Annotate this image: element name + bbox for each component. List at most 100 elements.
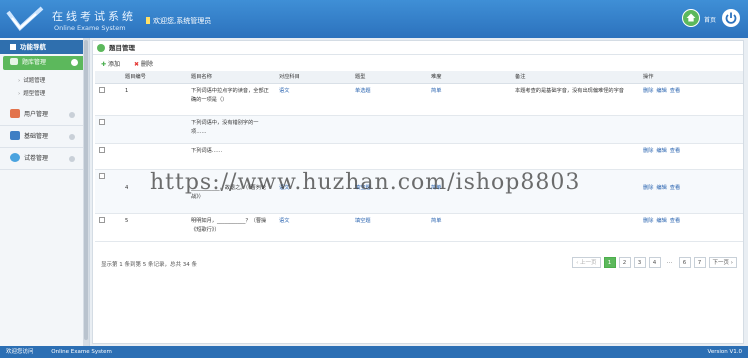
next-page-button[interactable]: 下一页 › <box>708 257 737 268</box>
people-icon <box>10 131 20 140</box>
view-link[interactable]: 查看 <box>670 148 680 154</box>
welcome-text: 欢迎您,系统管理员 <box>146 16 211 26</box>
add-button[interactable]: 添加 <box>101 61 120 68</box>
welcome-label: 欢迎您,系统管理员 <box>153 17 212 25</box>
logout-button[interactable] <box>722 9 740 27</box>
top-header: 在线考试系统 Online Exame System 欢迎您,系统管理员 首页 <box>0 0 748 38</box>
row-checkbox[interactable] <box>99 216 105 223</box>
view-link[interactable]: 查看 <box>670 88 680 94</box>
delete-link[interactable]: 删除 <box>643 148 653 154</box>
cell-note <box>511 115 639 144</box>
sidebar-item-label: 用户管理 <box>24 111 49 118</box>
col-ops: 操作 <box>639 71 743 84</box>
folder-icon <box>10 58 18 65</box>
prev-page-button[interactable]: ‹ 上一页 <box>572 257 601 268</box>
page-2-button[interactable]: 2 <box>618 257 631 268</box>
expand-icon <box>71 59 78 66</box>
page-3-button[interactable]: 3 <box>633 257 646 268</box>
cell-note: 本题考查的是基础字音，没有出现偏难怪的字音 <box>511 83 639 116</box>
cell-type: 填空题 <box>351 213 427 242</box>
page-title: 题目管理 <box>109 44 135 52</box>
cell-subject <box>275 115 351 144</box>
home-label[interactable]: 首页 <box>704 15 716 24</box>
table-row[interactable]: 1 下列词语中拉点字的读音，全部正确的一项是（） 语文 单选题 简单 本题考查的… <box>95 83 743 116</box>
row-checkbox-cell <box>95 213 121 242</box>
cell-type: 单选题 <box>351 83 427 116</box>
nav-title-label: 功能导航 <box>20 43 46 51</box>
col-level: 难度 <box>427 71 511 84</box>
expand-icon <box>69 156 75 162</box>
table-header: 题目编号 题目名称 对应科目 题型 难度 备注 操作 <box>95 71 743 84</box>
cell-level: 简单 <box>427 83 511 116</box>
cell-id <box>121 143 187 170</box>
sidebar-subitem-questions[interactable]: 试题管理 <box>0 72 89 85</box>
edit-link[interactable]: 编辑 <box>656 148 666 154</box>
nav-title: 功能导航 <box>0 40 89 54</box>
edit-link[interactable]: 编辑 <box>656 185 666 191</box>
cell-level <box>427 143 511 170</box>
sidebar-item-question-bank[interactable]: 题库管理 <box>3 56 86 70</box>
edit-link[interactable]: 编辑 <box>656 218 666 224</box>
home-button[interactable] <box>682 9 700 27</box>
paper-icon <box>10 153 20 162</box>
sidebar-subitem-question-types[interactable]: 题型管理 <box>0 85 89 98</box>
sidebar-item-papers[interactable]: 试卷管理 <box>0 148 89 170</box>
delete-link[interactable]: 删除 <box>643 88 653 94</box>
table-row[interactable]: 5 明明如月，___________？（曹操《短歌行》） 语文 填空题 简单 删… <box>95 213 743 242</box>
page-4-button[interactable]: 4 <box>648 257 661 268</box>
cell-subject: 语文 <box>275 213 351 242</box>
pagination: ‹ 上一页 1 2 3 4 … 6 7 下一页 › <box>572 257 737 268</box>
cell-id: 1 <box>121 83 187 116</box>
cell-id: 5 <box>121 213 187 242</box>
footer-version: Version V1.0 <box>707 349 742 355</box>
cell-note <box>511 213 639 242</box>
row-checkbox[interactable] <box>99 86 105 93</box>
footer-welcome: 欢迎您访问 <box>6 349 34 355</box>
row-checkbox[interactable] <box>99 146 105 153</box>
page-6-button[interactable]: 6 <box>678 257 691 268</box>
sidebar-item-users[interactable]: 用户管理 <box>0 104 89 126</box>
row-checkbox[interactable] <box>99 118 105 125</box>
expand-icon <box>69 134 75 140</box>
cell-ops: 删除 编辑 查看 <box>639 83 743 116</box>
row-checkbox[interactable] <box>99 172 105 179</box>
cell-type <box>351 115 427 144</box>
scrollbar-thumb[interactable] <box>84 40 88 340</box>
row-checkbox-cell <box>95 143 121 170</box>
cell-type <box>351 143 427 170</box>
expand-icon <box>69 112 75 118</box>
cell-note <box>511 143 639 170</box>
cell-level: 简单 <box>427 213 511 242</box>
page-1-button[interactable]: 1 <box>603 257 616 268</box>
user-icon <box>10 109 20 118</box>
footer-system: Online Exame System <box>51 349 112 355</box>
select-all-header <box>95 71 121 84</box>
panel-title: 题目管理 <box>93 41 743 55</box>
col-subject: 对应科目 <box>275 71 351 84</box>
view-link[interactable]: 查看 <box>670 218 680 224</box>
question-table: 题目编号 题目名称 对应科目 题型 难度 备注 操作 1 下列词语中拉点字的读音… <box>95 71 743 242</box>
cell-ops: 删除 编辑 查看 <box>639 143 743 170</box>
view-link[interactable]: 查看 <box>670 185 680 191</box>
table-row[interactable]: 下列词语…… 删除 编辑 查看 <box>95 143 743 170</box>
cell-name: 下列词语中，没有错别字的一项…… <box>187 115 275 144</box>
cell-subject: 语文 <box>275 83 351 116</box>
sidebar-item-basic[interactable]: 基础管理 <box>0 126 89 148</box>
delete-button[interactable]: 删除 <box>134 61 153 68</box>
grid-icon <box>10 44 16 50</box>
col-name: 题目名称 <box>187 71 275 84</box>
panel-icon <box>97 44 105 52</box>
delete-link[interactable]: 删除 <box>643 218 653 224</box>
col-id: 题目编号 <box>121 71 187 84</box>
cell-name: 下列词语…… <box>187 143 275 170</box>
edit-link[interactable]: 编辑 <box>656 88 666 94</box>
toolbar: 添加 删除 <box>93 55 743 71</box>
table-row[interactable]: 下列词语中，没有错别字的一项…… <box>95 115 743 144</box>
sidebar-scrollbar[interactable] <box>83 38 89 346</box>
page-7-button[interactable]: 7 <box>693 257 706 268</box>
cell-level <box>427 115 511 144</box>
delete-link[interactable]: 删除 <box>643 185 653 191</box>
col-type: 题型 <box>351 71 427 84</box>
sidebar: 功能导航 题库管理 试题管理 题型管理 用户管理 基础管理 试卷管理 <box>0 38 90 346</box>
row-checkbox-cell <box>95 83 121 116</box>
